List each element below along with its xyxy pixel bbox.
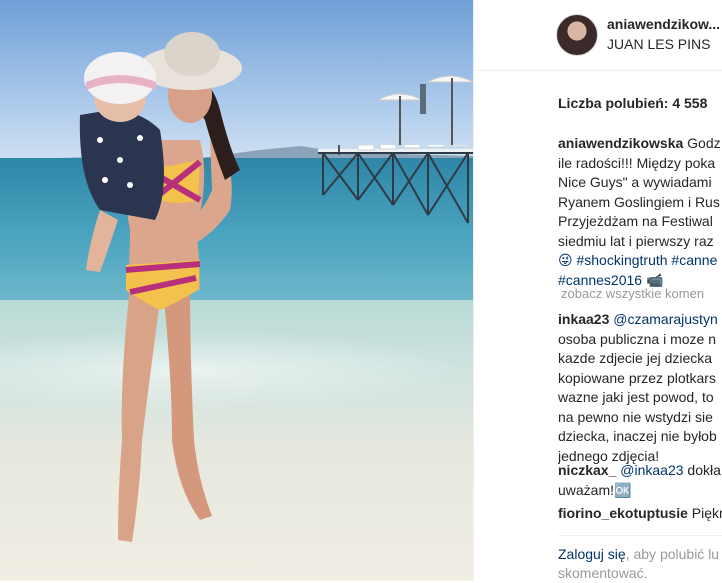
post-side-panel: aniawendzikow... JUAN LES PINS Liczba po…: [473, 0, 722, 581]
caption-line-2: Nice Guys" a wywiadami: [558, 174, 712, 190]
post-location[interactable]: JUAN LES PINS: [607, 36, 710, 52]
photo-pier: [318, 145, 473, 224]
divider: [558, 535, 722, 536]
comment-line: na pewno nie wstydzi sie: [558, 408, 713, 425]
comment-line: dziecka, inaczej nie byłob: [558, 428, 717, 444]
photo-woman-and-child: [79, 32, 242, 542]
caption-line-4: Przyjeżdżam na Festiwal: [558, 213, 713, 229]
likes-count[interactable]: Liczba polubień: 4 558: [558, 95, 707, 111]
post-username[interactable]: aniawendzikow...: [607, 16, 722, 32]
comment-mention[interactable]: @inkaa23: [620, 462, 683, 478]
photo-umbrellas: [377, 75, 473, 145]
avatar[interactable]: [556, 14, 598, 56]
caption-username[interactable]: aniawendzikowska: [558, 135, 683, 151]
comment-inkaa23: inkaa23 @czamarajustyn osoba publiczna i…: [558, 310, 722, 466]
comment-username[interactable]: fiorino_ekotuptusie: [558, 505, 688, 521]
view-all-comments-link[interactable]: zobacz wszystkie komen: [561, 286, 704, 301]
comment-username[interactable]: niczkax_: [558, 462, 616, 478]
caption-line-5: siedmiu lat i pierwszy raz: [558, 232, 714, 249]
caption-line-3: Ryanem Goslingiem i Rus: [558, 193, 720, 210]
comment-username[interactable]: inkaa23: [558, 311, 609, 327]
comment-mention[interactable]: @czamarajustyn: [613, 311, 717, 327]
comment-line: kazde zdjecie jej dziecka: [558, 350, 713, 366]
post-photo[interactable]: [0, 0, 473, 581]
caption-line-0: Godz: [687, 135, 721, 151]
comment-line: uważam!🆗: [558, 481, 632, 498]
post-caption: aniawendzikowska Godz ile radości!!! Mię…: [558, 134, 722, 290]
caption-line-1: ile radości!!! Między poka: [558, 154, 716, 171]
comment-line: osoba publiczna i moze n: [558, 330, 716, 347]
caption-hashtags-line[interactable]: 😜 #shockingtruth #canne: [558, 251, 722, 271]
comment-line: wazne jaki jest powod, to: [558, 389, 714, 405]
login-link[interactable]: Zaloguj się: [558, 546, 626, 562]
comment-line: kopiowane przez plotkars: [558, 369, 716, 386]
comment-text: Piękn: [691, 505, 722, 521]
comment-niczkax: niczkax_ @inkaa23 dokła uważam!🆗: [558, 461, 722, 500]
login-prompt-line2: skomentować.: [558, 565, 648, 581]
comments-fade: [558, 520, 722, 542]
post-header: aniawendzikow... JUAN LES PINS: [474, 0, 722, 71]
comment-text: dokła: [687, 462, 721, 478]
login-prompt-text: , aby polubić lu: [625, 546, 720, 562]
login-prompt: Zaloguj się, aby polubić lu skomentować.: [558, 545, 722, 583]
